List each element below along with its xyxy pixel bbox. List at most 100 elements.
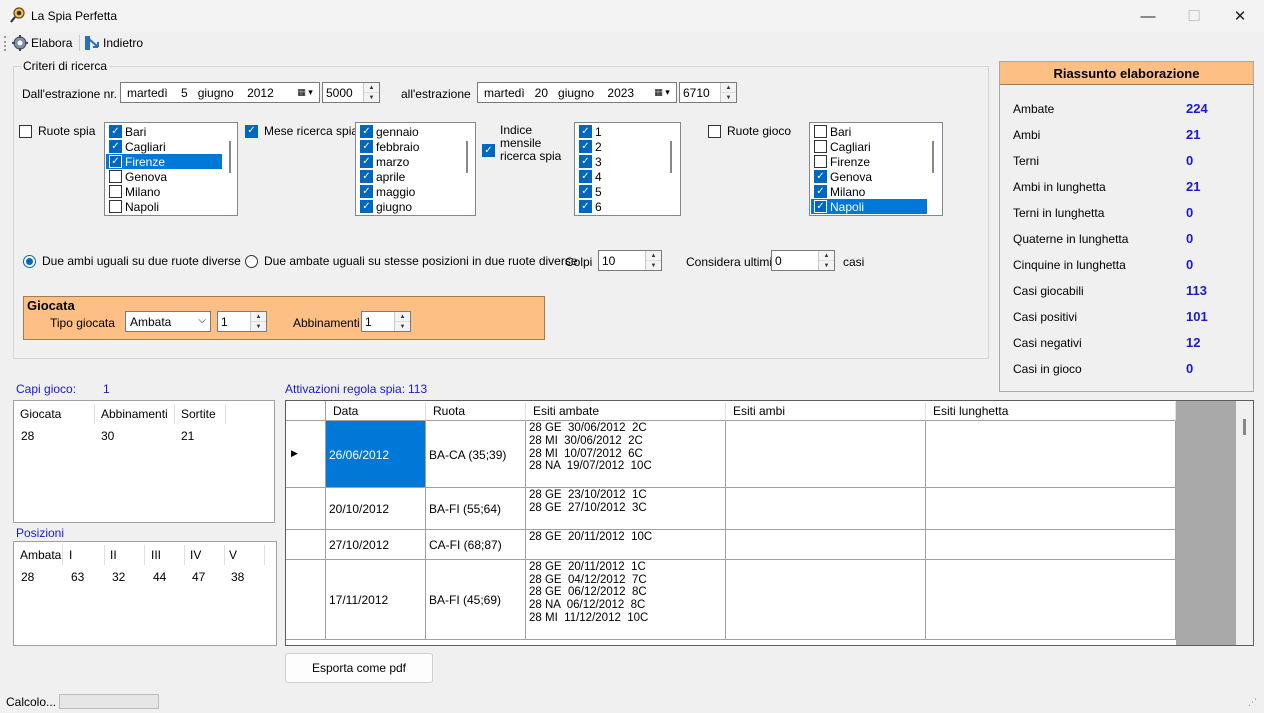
elabora-button[interactable]: Elabora (12, 33, 72, 53)
nr-to-stepper[interactable]: 6710 ▲ ▼ (679, 82, 737, 103)
spin-up-icon[interactable]: ▲ (251, 312, 266, 322)
ruote-spia-item[interactable]: Napoli (106, 199, 222, 214)
tipo-giocata-select[interactable]: Ambata ⌵ (125, 311, 211, 332)
indice-checkbox[interactable]: ✓ (482, 144, 495, 157)
mese-item[interactable]: ✓ marzo (357, 154, 462, 169)
check-icon[interactable]: ✓ (814, 185, 827, 198)
grid-cell-data[interactable]: 26/06/2012 (326, 421, 426, 489)
checkbox-icon[interactable] (109, 185, 122, 198)
ruote-gioco-item[interactable]: ✓ Milano (811, 184, 927, 199)
indice-item[interactable]: ✓ 6 (576, 199, 661, 214)
ruote-spia-checkbox[interactable]: Ruote spia (19, 124, 95, 138)
scrollbar-thumb[interactable] (932, 141, 934, 173)
check-icon[interactable]: ✓ (360, 140, 373, 153)
grid-header-esiti-lunghetta[interactable]: Esiti lunghetta (926, 402, 1176, 421)
colpi-stepper[interactable]: 10 ▲ ▼ (598, 250, 662, 271)
checkbox-icon[interactable] (814, 140, 827, 153)
ruote-gioco-item[interactable]: ✓ Genova (811, 169, 927, 184)
ruote-spia-item[interactable]: Genova (106, 169, 222, 184)
indice-item[interactable]: ✓ 4 (576, 169, 661, 184)
indietro-button[interactable]: Indietro (84, 33, 143, 53)
grid-cell-data[interactable]: 17/11/2012 (326, 559, 426, 640)
indice-item[interactable]: ✓ 3 (576, 154, 661, 169)
mese-item[interactable]: ✓ maggio (357, 184, 462, 199)
grid-cell-empty[interactable] (726, 559, 926, 640)
date-from-picker[interactable]: martedì 5 giugno 2012 ▦ ▾ (120, 82, 320, 103)
spin-down-icon[interactable]: ▼ (395, 322, 410, 331)
checkbox-icon[interactable] (814, 155, 827, 168)
check-icon[interactable]: ✓ (360, 185, 373, 198)
grid-cell-ruota[interactable]: CA-FI (68;87) (426, 529, 526, 560)
row-header[interactable] (286, 559, 326, 640)
checkbox-icon[interactable] (109, 170, 122, 183)
capi-gioco-table[interactable]: Giocata Abbinamenti Sortite 28 30 21 (13, 400, 275, 523)
scrollbar-thumb[interactable] (670, 141, 672, 173)
spin-up-icon[interactable]: ▲ (819, 251, 834, 261)
spin-down-icon[interactable]: ▼ (364, 93, 379, 102)
grid-cell-ruota[interactable]: BA-FI (55;64) (426, 488, 526, 530)
minimize-button[interactable]: — (1125, 0, 1171, 32)
mese-item[interactable]: ✓ giugno (357, 199, 462, 214)
grid-header-esiti-ambate[interactable]: Esiti ambate (526, 402, 726, 421)
grid-cell-ruota[interactable]: BA-FI (45;69) (426, 559, 526, 640)
grid-cell-ambate[interactable]: 28 GE 30/06/2012 2C 28 MI 30/06/2012 2C … (526, 421, 726, 489)
ruote-spia-item[interactable]: ✓ Firenze (106, 154, 222, 169)
ruote-gioco-item[interactable]: ✓ Napoli (811, 199, 927, 214)
ruote-spia-list[interactable]: ✓ Bari ✓ Cagliari ✓ Firenze Genova Milano Napoli (104, 122, 238, 216)
toolbar-grip[interactable] (4, 36, 7, 51)
calendar-dropdown-icon[interactable]: ▦ ▾ (649, 84, 675, 101)
esporta-pdf-button[interactable]: Esporta come pdf (285, 653, 433, 683)
ruote-spia-item[interactable]: Milano (106, 184, 222, 199)
ruote-spia-item[interactable]: ✓ Cagliari (106, 139, 222, 154)
grid-row[interactable]: 20/10/2012 BA-FI (55;64) 28 GE 23/10/2012 … (286, 488, 1176, 530)
grid-cell-empty[interactable] (726, 488, 926, 530)
check-icon[interactable]: ✓ (109, 140, 122, 153)
grid-cell-empty[interactable] (726, 421, 926, 489)
check-icon[interactable]: ✓ (360, 155, 373, 168)
spin-down-icon[interactable]: ▼ (819, 261, 834, 270)
posizioni-table[interactable]: Ambata 28 I 63 II 32 III 44 IV 47 V 38 (13, 541, 277, 646)
grid-cell-empty[interactable] (926, 421, 1176, 489)
check-icon[interactable]: ✓ (579, 155, 592, 168)
scrollbar-thumb[interactable] (1243, 419, 1246, 435)
attivazioni-grid[interactable]: Data Ruota Esiti ambate Esiti ambi Esiti… (285, 400, 1254, 646)
grid-cell-empty[interactable] (926, 488, 1176, 530)
grid-cell-ambate[interactable]: 28 GE 23/10/2012 1C 28 GE 27/10/2012 3C (526, 488, 726, 530)
row-header[interactable]: ▶ (286, 421, 326, 489)
check-icon[interactable]: ✓ (579, 185, 592, 198)
check-icon[interactable]: ✓ (579, 140, 592, 153)
mese-list[interactable]: ✓ gennaio ✓ febbraio ✓ marzo ✓ aprile ✓ maggio ✓ gi… (355, 122, 476, 216)
scrollbar-thumb[interactable] (466, 141, 468, 173)
mese-item[interactable]: ✓ gennaio (357, 124, 462, 139)
calendar-dropdown-icon[interactable]: ▦ ▾ (292, 84, 318, 101)
date-to-picker[interactable]: martedì 20 giugno 2023 ▦ ▾ (477, 82, 677, 103)
grid-cell-empty[interactable] (926, 529, 1176, 560)
spin-up-icon[interactable]: ▲ (646, 251, 661, 261)
tipo-num-stepper[interactable]: 1 ▲ ▼ (217, 311, 267, 332)
row-header[interactable] (286, 529, 326, 560)
grid-cell-data[interactable]: 27/10/2012 (326, 529, 426, 560)
spin-up-icon[interactable]: ▲ (395, 312, 410, 322)
check-icon[interactable]: ✓ (109, 155, 122, 168)
grid-row[interactable]: 27/10/2012 CA-FI (68;87) 28 GE 20/11/2012 … (286, 529, 1176, 560)
ruote-gioco-list[interactable]: Bari Cagliari Firenze ✓ Genova ✓ Milano ✓ Napoli (809, 122, 943, 216)
grid-cell-ambate[interactable]: 28 GE 20/11/2012 10C (526, 529, 726, 560)
grid-vertical-scrollbar[interactable] (1236, 401, 1253, 645)
abbinamenti-stepper[interactable]: 1 ▲ ▼ (361, 311, 411, 332)
close-button[interactable]: ✕ (1217, 0, 1263, 32)
spin-down-icon[interactable]: ▼ (721, 93, 736, 102)
indice-list[interactable]: ✓ 1 ✓ 2 ✓ 3 ✓ 4 ✓ 5 ✓ 6 (574, 122, 681, 216)
spin-down-icon[interactable]: ▼ (251, 322, 266, 331)
spin-up-icon[interactable]: ▲ (721, 83, 736, 93)
check-icon[interactable]: ✓ (814, 170, 827, 183)
check-icon[interactable]: ✓ (579, 125, 592, 138)
check-icon[interactable]: ✓ (360, 170, 373, 183)
spin-up-icon[interactable]: ▲ (364, 83, 379, 93)
ruote-gioco-checkbox[interactable]: Ruote gioco (708, 124, 791, 138)
check-icon[interactable]: ✓ (360, 125, 373, 138)
grid-header-data[interactable]: Data (326, 402, 426, 421)
ruote-gioco-item[interactable]: Cagliari (811, 139, 927, 154)
grid-cell-ruota[interactable]: BA-CA (35;39) (426, 421, 526, 489)
check-icon[interactable]: ✓ (109, 125, 122, 138)
ruote-gioco-item[interactable]: Bari (811, 124, 927, 139)
